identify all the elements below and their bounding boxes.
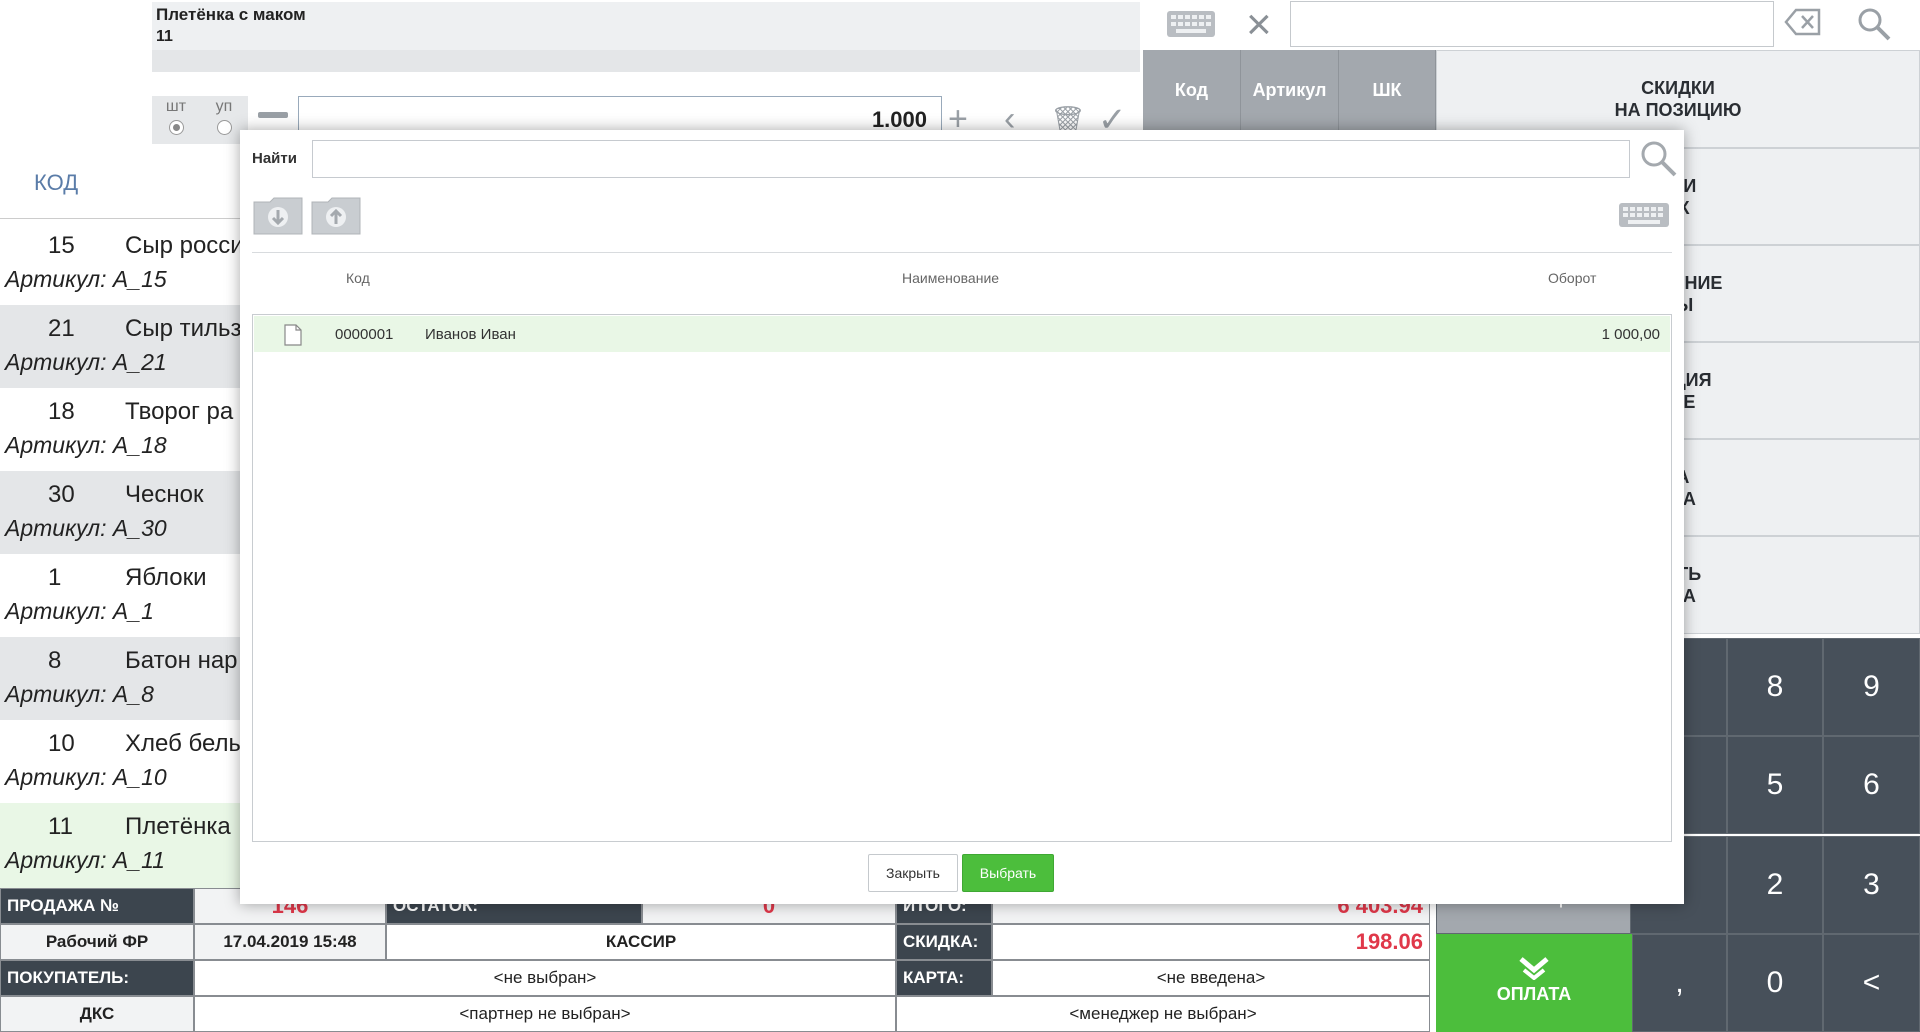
item-name: Сыр росси [125, 232, 244, 259]
item-article: Артикул: А_8 [5, 681, 154, 707]
item-code: 18 [48, 398, 75, 425]
card-label: КАРТА: [896, 960, 992, 996]
key-6[interactable]: 6 [1823, 736, 1920, 834]
buyer-value[interactable]: <не выбран> [194, 960, 896, 996]
table-row[interactable]: 0000001 Иванов Иван 1 000,00 [254, 316, 1670, 352]
item-name: Чеснок [125, 481, 204, 508]
item-article: Артикул: А_15 [5, 266, 167, 292]
dks-label: ДКС [0, 996, 194, 1032]
list-item[interactable]: 30 Чеснок Артикул: А_30 [0, 471, 240, 554]
column-header-code[interactable]: Код [346, 270, 370, 286]
unit-label-pcs: шт [165, 98, 187, 115]
list-item[interactable]: 10 Хлеб белы Артикул: А_10 [0, 720, 246, 803]
keyboard-icon[interactable] [1618, 202, 1670, 228]
search-mode-article[interactable]: Артикул [1241, 50, 1339, 130]
client-select-dialog: Найти Код Наименование Оборот 0000001 Ив… [240, 130, 1684, 904]
column-header-turnover[interactable]: Оборот [1548, 270, 1596, 286]
divider [0, 218, 240, 219]
divider [252, 252, 1672, 253]
product-code: 11 [152, 28, 1140, 50]
payment-button[interactable]: ОПЛАТА [1436, 934, 1632, 1032]
item-article: Артикул: А_30 [5, 515, 167, 541]
search-icon[interactable] [1638, 138, 1678, 178]
column-header-code: КОД [34, 170, 79, 195]
discount-label: СКИДКА: [896, 924, 992, 960]
close-button[interactable]: Закрыть [868, 854, 958, 892]
cell-code: 0000001 [335, 326, 394, 343]
key-0[interactable]: 0 [1727, 934, 1823, 1032]
item-name: Творог ра [125, 398, 234, 425]
item-name: Сыр тильз [125, 315, 242, 342]
item-article: Артикул: А_21 [5, 349, 167, 375]
fiscal-register: Рабочий ФР [0, 924, 194, 960]
unit-radio-pcs[interactable] [168, 120, 184, 135]
item-code: 30 [48, 481, 75, 508]
item-name: Плетёнка [125, 813, 231, 840]
item-name: Батон нар [125, 647, 238, 674]
item-code: 15 [48, 232, 75, 259]
decrease-quantity-button[interactable] [258, 112, 288, 118]
list-item-selected[interactable]: 11 Плетёнка Артикул: А_11 [0, 803, 240, 888]
item-code: 11 [48, 813, 73, 840]
item-name: Хлеб белы [125, 730, 246, 757]
find-input[interactable] [312, 140, 1630, 178]
search-mode-code[interactable]: Код [1143, 50, 1241, 130]
item-code: 10 [48, 730, 75, 757]
unit-label-pack: уп [215, 98, 233, 115]
key-5[interactable]: 5 [1727, 736, 1823, 834]
unit-radio-pack[interactable] [216, 120, 232, 135]
product-info-strip [152, 50, 1140, 72]
card-value[interactable]: <не введена> [992, 960, 1430, 996]
select-button[interactable]: Выбрать [962, 854, 1054, 892]
discount-value: 198.06 [992, 924, 1430, 960]
cashier: КАССИР [386, 924, 896, 960]
key-backspace[interactable]: < [1823, 934, 1920, 1032]
keyboard-icon[interactable] [1166, 10, 1216, 38]
key-9[interactable]: 9 [1823, 638, 1920, 736]
key-comma[interactable]: , [1632, 934, 1727, 1032]
manager-value[interactable]: <менеджер не выбран> [896, 996, 1430, 1032]
column-header-name[interactable]: Наименование [902, 270, 999, 286]
folder-down-icon[interactable] [252, 194, 304, 236]
partner-value[interactable]: <партнер не выбран> [194, 996, 896, 1032]
item-article: Артикул: А_1 [5, 598, 154, 624]
item-article: Артикул: А_18 [5, 432, 167, 458]
datetime: 17.04.2019 15:48 [194, 924, 386, 960]
item-code: 1 [48, 564, 62, 591]
unit-selector: шт уп [152, 96, 248, 144]
list-item[interactable]: 1 Яблоки Артикул: А_1 [0, 554, 240, 637]
list-item[interactable]: 21 Сыр тильз Артикул: А_21 [0, 305, 242, 388]
list-item[interactable]: 15 Сыр росси Артикул: А_15 [0, 222, 244, 305]
chevron-down-icon [1519, 957, 1549, 980]
item-article: Артикул: А_10 [5, 764, 167, 790]
search-icon[interactable] [1856, 6, 1892, 42]
list-item[interactable]: 18 Творог ра Артикул: А_18 [0, 388, 240, 471]
list-item[interactable]: 8 Батон нар Артикул: А_8 [0, 637, 240, 720]
backspace-icon[interactable] [1784, 8, 1822, 36]
sale-number-label: ПРОДАЖА № [0, 888, 194, 924]
client-grid: 0000001 Иванов Иван 1 000,00 [252, 314, 1672, 842]
cell-turnover: 1 000,00 [1601, 326, 1660, 343]
item-name: Яблоки [125, 564, 207, 591]
key-2[interactable]: 2 [1727, 836, 1823, 934]
unit-option-pcs[interactable]: шт [152, 98, 200, 135]
find-label: Найти [252, 150, 297, 167]
product-name: Плетёнка с маком [152, 2, 1140, 28]
payment-label: ОПЛАТА [1496, 984, 1572, 1004]
folder-up-icon[interactable] [310, 194, 362, 236]
cell-name: Иванов Иван [425, 326, 516, 343]
item-code: 21 [48, 315, 75, 342]
document-icon [284, 324, 302, 346]
clear-icon[interactable]: × [1246, 0, 1272, 50]
key-3[interactable]: 3 [1823, 836, 1920, 934]
buyer-label: ПОКУПАТЕЛЬ: [0, 960, 194, 996]
search-mode-barcode[interactable]: ШК [1339, 50, 1436, 130]
product-search-input[interactable] [1290, 1, 1774, 47]
key-8[interactable]: 8 [1727, 638, 1823, 736]
item-article: Артикул: А_11 [5, 847, 165, 873]
item-code: 8 [48, 647, 62, 674]
